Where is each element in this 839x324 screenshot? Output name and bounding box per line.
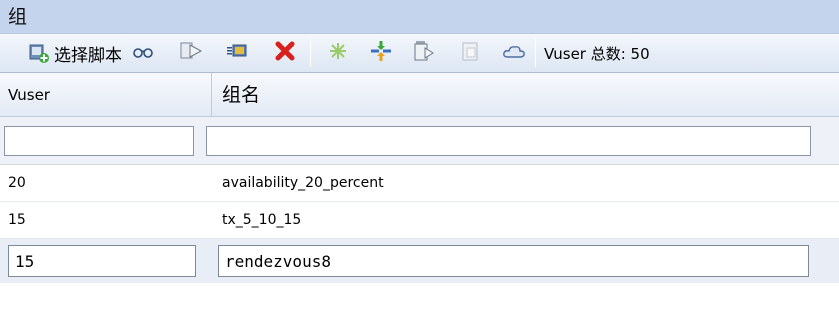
cloud-icon [502,43,526,63]
paste-icon [460,40,480,66]
vuser-cell: 15 [8,212,26,228]
copy-button[interactable] [411,34,437,73]
toolbar-separator [535,39,536,67]
run-button[interactable] [178,34,204,73]
group-name-edit-input[interactable] [218,245,809,277]
group-filter-input[interactable] [206,125,811,156]
details-icon [226,42,248,64]
details-button[interactable] [224,34,250,73]
view-script-button[interactable] [130,34,156,73]
panel-title: 组 [0,0,839,34]
select-script-icon [28,42,50,64]
grid-header: Vuser 组名 [0,73,839,117]
editing-row [0,239,839,283]
column-header-vuser[interactable]: Vuser [0,73,212,116]
arrows-icon [369,39,393,67]
sparkle-button[interactable] [325,34,351,73]
group-name-cell: availability_20_percent [222,175,384,191]
table-row[interactable]: 20 availability_20_percent [0,165,839,202]
toolbar-separator [310,39,311,67]
arrows-button[interactable] [367,34,395,73]
run-icon [179,40,203,66]
vuser-filter-input[interactable] [4,125,194,156]
paste-button[interactable] [457,34,483,73]
cloud-button[interactable] [501,34,527,73]
copy-icon [413,39,435,67]
delete-icon [274,40,296,66]
filter-row [0,117,839,165]
select-script-button[interactable]: 选择脚本 [28,34,122,73]
vuser-edit-input[interactable] [8,245,196,277]
vuser-cell: 20 [8,175,26,191]
toolbar: 选择脚本 Vuser 总数: 50 [0,34,839,73]
vuser-total-label: Vuser 总数: 50 [544,44,650,63]
groups-grid: Vuser 组名 20 availability_20_percent 15 t… [0,73,839,283]
select-script-label: 选择脚本 [54,45,122,66]
column-header-group-name[interactable]: 组名 [212,73,839,116]
group-name-cell: tx_5_10_15 [222,212,302,228]
sparkle-icon [328,41,348,65]
table-row[interactable]: 15 tx_5_10_15 [0,202,839,239]
delete-button[interactable] [272,34,298,73]
glasses-icon [132,44,154,63]
